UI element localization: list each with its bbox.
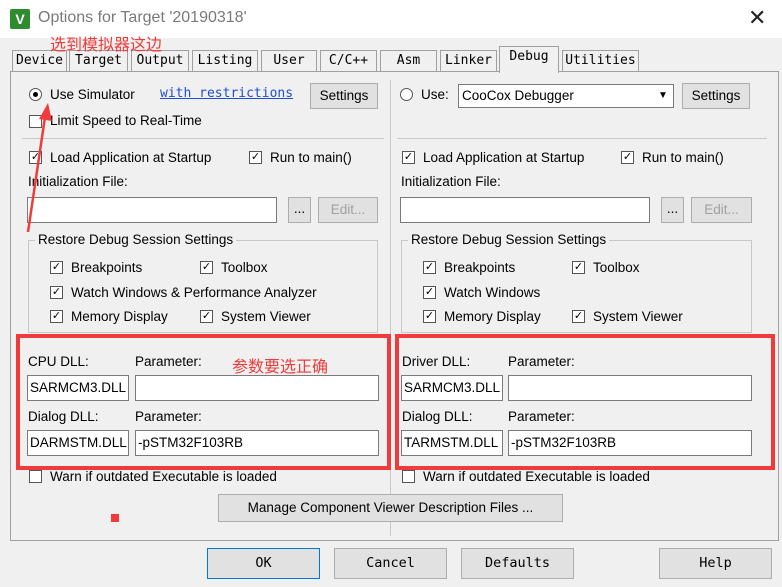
cancel-button[interactable]: Cancel (334, 548, 447, 579)
annotation-dot (111, 514, 119, 522)
annotation-box-right (395, 334, 775, 470)
annotation-params-correct: 参数要选正确 (232, 359, 329, 376)
defaults-button[interactable]: Defaults (461, 548, 574, 579)
help-button[interactable]: Help (659, 548, 772, 579)
ok-button[interactable]: OK (207, 548, 320, 579)
tab-debug[interactable]: Debug (499, 46, 559, 73)
annotation-arrow (26, 103, 52, 233)
annotation-box-left (16, 334, 391, 470)
